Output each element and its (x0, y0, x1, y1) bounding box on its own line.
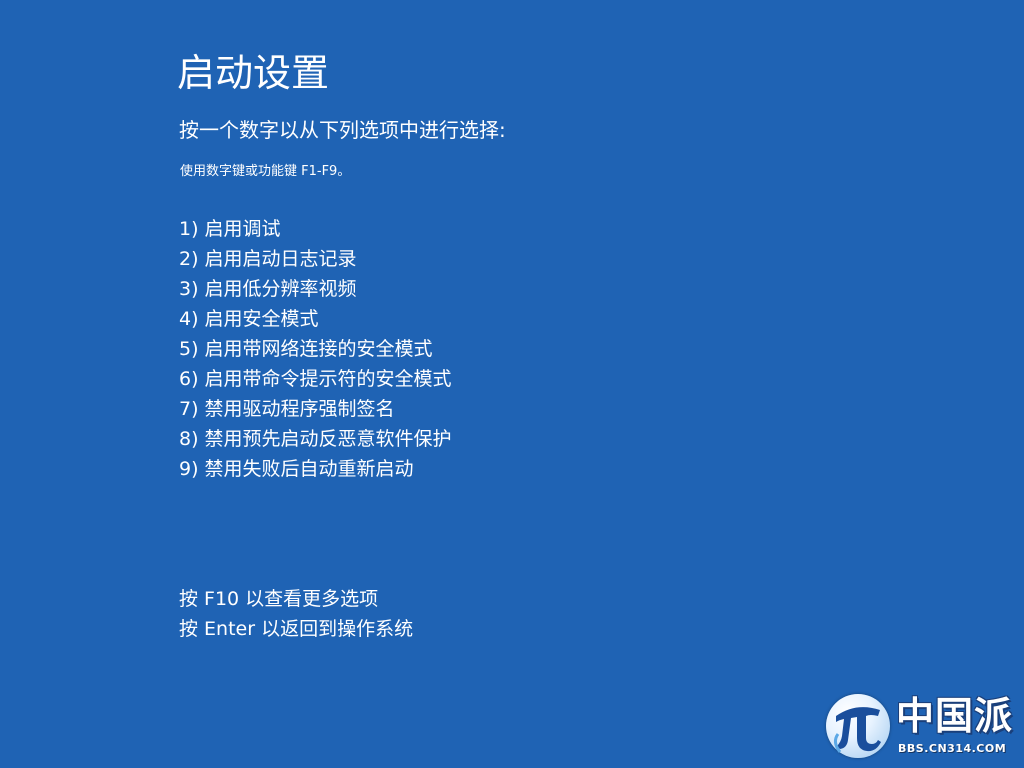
option-enable-debugging[interactable]: 1) 启用调试 (179, 214, 452, 244)
more-options-instruction[interactable]: 按 F10 以查看更多选项 (179, 584, 413, 614)
watermark-logo-text: 中国派 (896, 693, 1014, 738)
startup-settings-screen: 启动设置 按一个数字以从下列选项中进行选择: 使用数字键或功能键 F1-F9。 … (0, 0, 1024, 768)
option-enable-low-resolution-video[interactable]: 3) 启用低分辨率视频 (179, 274, 452, 304)
pi-swirl-icon (833, 707, 881, 753)
page-title: 启动设置 (177, 51, 330, 95)
startup-options-list: 1) 启用调试 2) 启用启动日志记录 3) 启用低分辨率视频 4) 启用安全模… (179, 214, 452, 484)
option-disable-auto-restart[interactable]: 9) 禁用失败后自动重新启动 (179, 454, 452, 484)
pi-logo-icon (826, 694, 890, 758)
footer-instructions: 按 F10 以查看更多选项 按 Enter 以返回到操作系统 (179, 584, 413, 644)
watermark-url: BBS.CN314.COM (898, 742, 1007, 755)
selection-prompt: 按一个数字以从下列选项中进行选择: (179, 118, 506, 142)
option-disable-driver-signature-enforcement[interactable]: 7) 禁用驱动程序强制签名 (179, 394, 452, 424)
option-disable-early-launch-antimalware[interactable]: 8) 禁用预先启动反恶意软件保护 (179, 424, 452, 454)
key-hint: 使用数字键或功能键 F1-F9。 (180, 164, 351, 179)
option-enable-safe-mode-command-prompt[interactable]: 6) 启用带命令提示符的安全模式 (179, 364, 452, 394)
return-to-os-instruction[interactable]: 按 Enter 以返回到操作系统 (179, 614, 413, 644)
option-enable-boot-logging[interactable]: 2) 启用启动日志记录 (179, 244, 452, 274)
option-enable-safe-mode[interactable]: 4) 启用安全模式 (179, 304, 452, 334)
option-enable-safe-mode-networking[interactable]: 5) 启用带网络连接的安全模式 (179, 334, 452, 364)
site-watermark: 中国派 BBS.CN314.COM (822, 688, 1018, 764)
